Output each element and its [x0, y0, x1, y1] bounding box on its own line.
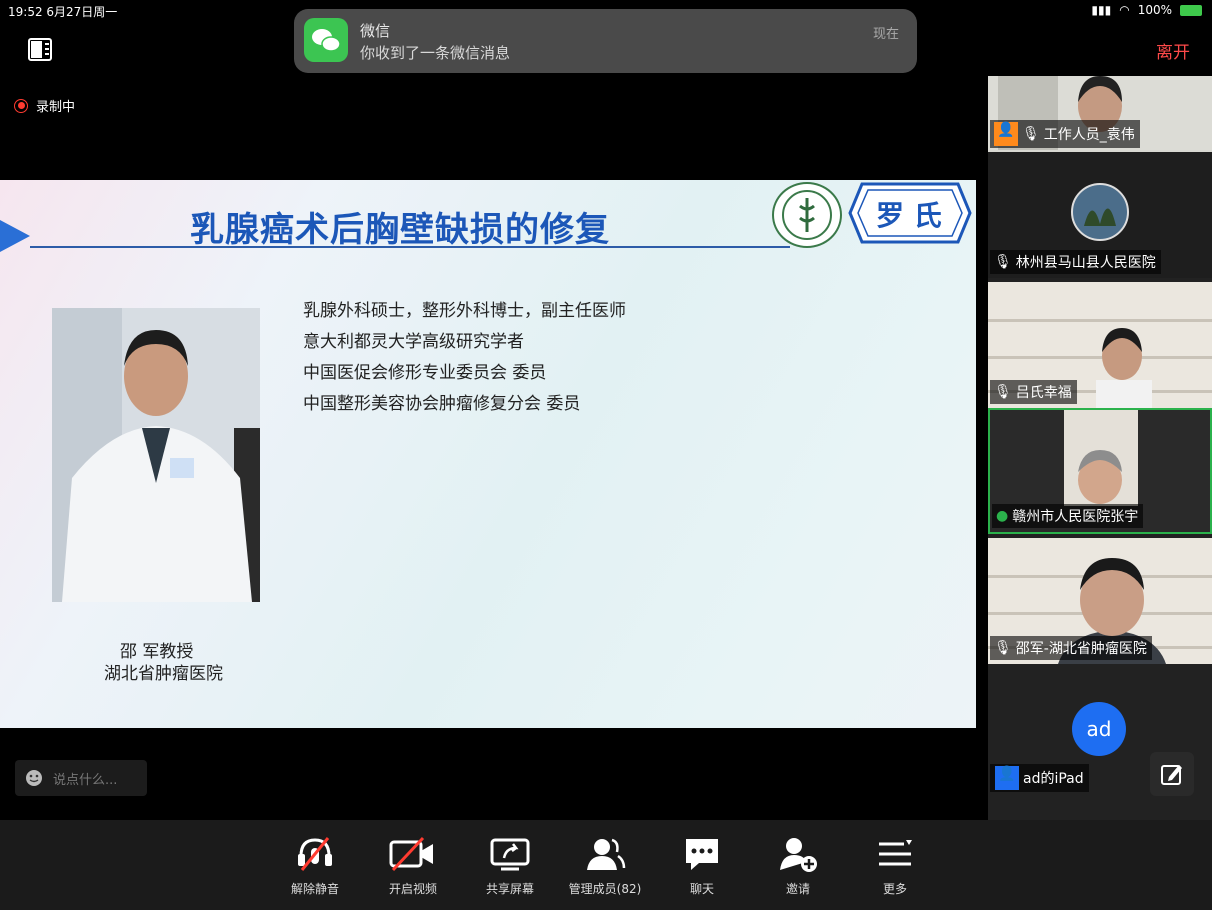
start-video-label: 开启视频	[388, 882, 437, 896]
emoji-icon[interactable]	[25, 769, 43, 787]
notification-message: 你收到了一条微信消息	[360, 44, 511, 62]
bio-line: 乳腺外科硕士，整形外科博士，副主任医师	[303, 301, 626, 321]
bio-line: 中国整形美容协会肿瘤修复分会 委员	[303, 394, 581, 414]
meeting-toolbar: 解除静音 开启视频 共享屏幕 管理成员(82) 聊天 邀请 更多	[0, 820, 1212, 910]
record-icon	[14, 98, 28, 113]
participant-video-list[interactable]: 👤 🎙 工作人员_袁伟 🎙 林州县马山县人民医院 🎙 吕氏幸福 ● 赣州市人民医…	[988, 76, 1212, 820]
battery-percent: 100%	[1137, 3, 1172, 17]
speaker-photo	[52, 308, 260, 602]
signal-icon: ▮▮▮	[1091, 3, 1112, 17]
manage-members-button[interactable]: 管理成员(82)	[560, 834, 650, 897]
more-menu-icon	[879, 840, 912, 866]
notification-app-name: 微信	[360, 22, 391, 40]
unmute-button[interactable]: 解除静音	[270, 834, 360, 897]
chat-input-placeholder: 说点什么...	[53, 772, 118, 788]
shared-screen-slide: 乳腺癌术后胸壁缺损的修复 罗 氏 邵 军教授 湖北省肿瘤医院 乳腺外科硕士，整形…	[0, 180, 976, 728]
host-user-icon: 👤	[994, 122, 1018, 146]
speaker-bio: 乳腺外科硕士，整形外科博士，副主任医师 意大利都灵大学高级研究学者 中国医促会修…	[303, 296, 626, 420]
share-screen-label: 共享屏幕	[485, 882, 534, 896]
recording-label: 录制中	[36, 100, 76, 115]
wifi-icon: ◠	[1119, 3, 1130, 17]
bio-line: 中国医促会修形专业委员会 委员	[303, 363, 547, 383]
participant-name-tag: 🎙 吕氏幸福	[990, 380, 1077, 404]
members-icon	[587, 838, 626, 870]
video-off-icon	[389, 836, 433, 872]
mic-icon: 🎙	[994, 640, 1012, 656]
participant-tile[interactable]: 🎙 邵军-湖北省肿瘤医院	[988, 538, 1212, 664]
notification-time: 现在	[872, 27, 899, 42]
chat-button[interactable]: 聊天	[657, 834, 747, 897]
hospital-logo	[772, 182, 842, 248]
slide-arrow-decoration	[0, 220, 30, 252]
participant-name: 邵军-湖北省肿瘤医院	[1015, 641, 1147, 657]
chat-label: 聊天	[689, 882, 714, 896]
participant-name-tag: 👤 🎙 工作人员_袁伟	[990, 120, 1140, 148]
mic-off-icon	[298, 837, 332, 871]
status-time: 19:52 6月27日周一	[8, 5, 118, 19]
wechat-icon	[304, 18, 348, 62]
participant-name: ad的iPad	[1023, 771, 1084, 787]
user-icon: 👤	[995, 766, 1019, 790]
slide-title: 乳腺癌术后胸壁缺损的修复	[190, 210, 610, 250]
speaker-hospital: 湖北省肿瘤医院	[104, 664, 223, 684]
leave-button[interactable]: 离开	[1156, 38, 1190, 63]
bio-line: 意大利都灵大学高级研究学者	[303, 332, 524, 352]
share-screen-button[interactable]: 共享屏幕	[465, 834, 555, 897]
participant-name-tag: 🎙 林州县马山县人民医院	[990, 250, 1161, 274]
wechat-notification[interactable]: 微信 你收到了一条微信消息 现在	[294, 9, 917, 73]
speaking-mic-icon: ●	[996, 508, 1009, 524]
status-indicators: ▮▮▮ ◠ 100%	[1091, 3, 1202, 17]
battery-icon	[1180, 4, 1202, 16]
invite-button[interactable]: 邀请	[753, 834, 843, 897]
participant-name-tag: ● 赣州市人民医院张宇	[992, 504, 1144, 528]
participant-name: 林州县马山县人民医院	[1015, 255, 1156, 271]
mic-muted-icon: 🎙	[994, 254, 1012, 270]
participant-name: 赣州市人民医院张宇	[1012, 509, 1139, 525]
more-label: 更多	[882, 882, 907, 896]
participant-name-tag: 🎙 邵军-湖北省肿瘤医院	[990, 636, 1152, 660]
mic-muted-icon: 🎙	[1022, 126, 1040, 142]
mic-muted-icon: 🎙	[994, 384, 1012, 400]
participant-name: 工作人员_袁伟	[1043, 127, 1135, 143]
unmute-label: 解除静音	[290, 882, 339, 896]
add-user-icon	[780, 838, 817, 872]
participant-tile[interactable]: 🎙 林州县马山县人民医院	[988, 152, 1212, 278]
participant-name-tag: 👤 ad的iPad	[990, 764, 1089, 792]
slide-title-underline	[30, 246, 790, 248]
luo-badge-text: 罗 氏	[876, 199, 942, 232]
start-video-button[interactable]: 开启视频	[368, 834, 458, 897]
participant-name: 吕氏幸福	[1015, 385, 1072, 401]
participant-tile-active-speaker[interactable]: ● 赣州市人民医院张宇	[988, 408, 1212, 534]
recording-indicator: 录制中	[14, 96, 75, 115]
chat-quick-input[interactable]: 说点什么...	[15, 760, 147, 796]
more-button[interactable]: 更多	[850, 834, 940, 897]
participant-tile[interactable]: 🎙 吕氏幸福	[988, 282, 1212, 408]
floating-edit-button[interactable]	[1150, 752, 1194, 796]
manage-members-label: 管理成员(82)	[568, 882, 642, 896]
share-screen-icon	[490, 838, 530, 871]
chat-icon	[686, 839, 718, 870]
sidebar-toggle-icon[interactable]	[28, 36, 54, 62]
edit-icon	[1161, 765, 1182, 785]
invite-label: 邀请	[785, 882, 810, 896]
participant-avatar-initials: ad	[1072, 702, 1126, 756]
